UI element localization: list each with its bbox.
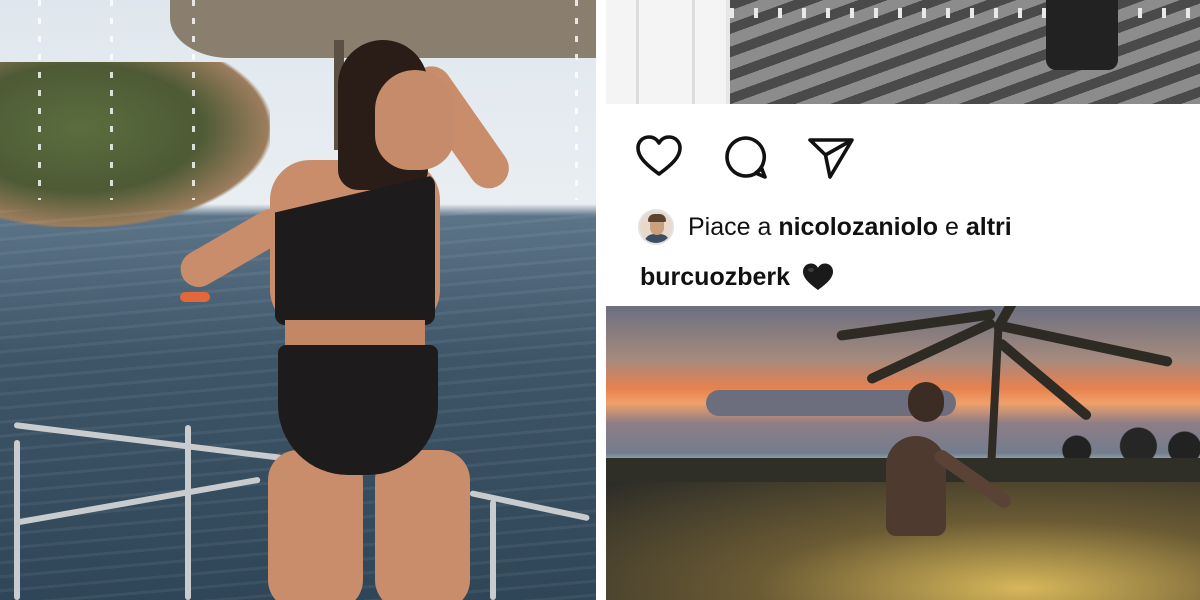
avatar-shirt — [644, 234, 670, 243]
heart-outline-icon[interactable] — [634, 132, 684, 182]
left-photo-boat — [0, 0, 596, 600]
boat-railing — [185, 425, 191, 600]
head — [375, 70, 455, 170]
door-panel-line — [636, 0, 639, 104]
paper-plane-icon[interactable] — [806, 132, 856, 182]
avatar[interactable] — [638, 209, 674, 245]
boat-railing — [490, 500, 496, 600]
liked-connector: e — [938, 212, 966, 241]
palm-leaf — [994, 337, 1094, 422]
liked-prefix: Piace a — [688, 212, 779, 241]
string-lights — [110, 0, 113, 200]
swimmer-head — [908, 382, 944, 422]
liked-by-row: Piace a nicolozaniolo e altri — [638, 209, 1012, 245]
white-door — [606, 0, 730, 104]
comment-bubble-icon[interactable] — [721, 132, 771, 182]
caption-username[interactable]: burcuozberk — [640, 263, 790, 292]
orange-buoy — [180, 292, 210, 302]
string-lights — [38, 0, 41, 200]
wooden-deck — [730, 0, 1200, 104]
string-lights — [575, 0, 578, 200]
bottom-right-photo-sunset-pool — [606, 306, 1200, 600]
swimsuit-bottom — [278, 345, 438, 475]
caption-row: burcuozberk — [640, 262, 834, 292]
liked-others-link[interactable]: altri — [966, 213, 1012, 241]
liked-user-link[interactable]: nicolozaniolo — [778, 213, 938, 241]
liked-by-text: Piace a nicolozaniolo e altri — [688, 213, 1012, 242]
door-panel-line — [692, 0, 695, 104]
black-heart-emoji-icon — [803, 263, 834, 290]
deck-railing — [730, 8, 1200, 18]
leg-right — [375, 450, 470, 600]
top-right-photo-deck — [606, 0, 1200, 104]
string-lights — [192, 0, 195, 200]
person-legs — [1046, 0, 1118, 70]
avatar-hair — [648, 214, 666, 222]
post-action-area: Piace a nicolozaniolo e altri burcuozber… — [606, 104, 1200, 306]
